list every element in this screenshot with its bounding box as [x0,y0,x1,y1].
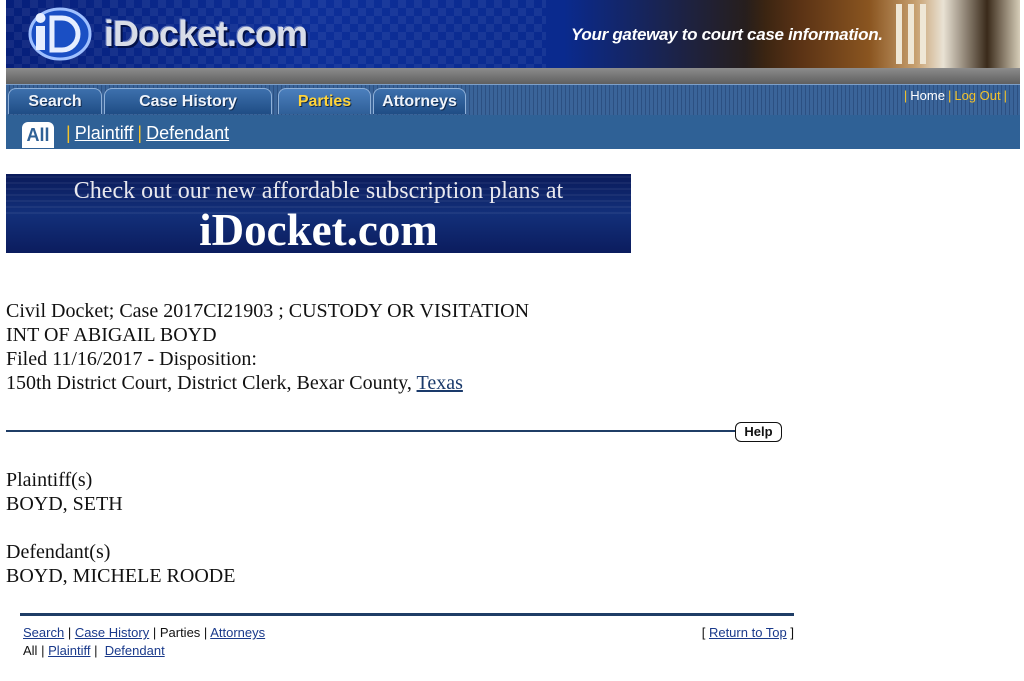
footer-search-link[interactable]: Search [23,625,64,640]
promo-text: Check out our new affordable subscriptio… [73,178,564,204]
top-links: | Home | Log Out | [903,88,1007,103]
case-info: Civil Docket; Case 2017CI21903 ; CUSTODY… [6,299,529,395]
site-logo-text: iDocket.com [104,13,308,54]
case-docket-line: Civil Docket; Case 2017CI21903 ; CUSTODY… [6,300,530,322]
subtab-defendant[interactable]: Defendant [146,123,229,143]
tagline: Your gateway to court case information. [571,25,883,45]
footer-plaintiff-link[interactable]: Plaintiff [48,643,90,658]
case-style: INT OF ABIGAIL BOYD [6,324,217,346]
home-link[interactable]: Home [910,88,945,103]
footer-all-current: All [23,643,38,658]
subtab-links: | Plaintiff | Defendant [66,123,230,143]
tab-attorneys[interactable]: Attorneys [373,88,466,114]
section-divider [6,430,736,432]
footer-attorneys-link[interactable]: Attorneys [210,625,265,640]
subtab-bar: All | Plaintiff | Defendant [6,115,1020,149]
footer-parties-current: Parties [159,625,201,640]
footer-divider [20,613,794,616]
case-court-text: 150th District Court, District Clerk, Be… [6,372,417,394]
promo-brand: iDocket.com [199,205,438,253]
defendants-heading: Defendant(s) [6,541,111,563]
logout-link[interactable]: Log Out [954,88,1000,103]
main-tab-bar: Search Case History Parties Attorneys | H… [6,84,1020,115]
idocket-logo-icon [28,7,92,61]
subtab-all[interactable]: All [22,122,54,148]
tab-parties[interactable]: Parties [278,88,371,114]
footer-case-history-link[interactable]: Case History [75,625,149,640]
plaintiffs-heading: Plaintiff(s) [6,469,93,491]
plaintiff-name: BOYD, SETH [6,493,123,515]
return-to-top: [ Return to Top ] [701,625,794,640]
case-court: 150th District Court, District Clerk, Be… [6,371,529,395]
footer-nav: Search | Case History | Parties | Attorn… [23,624,794,660]
subscription-promo-banner[interactable]: Check out our new affordable subscriptio… [6,174,631,253]
subtab-plaintiff[interactable]: Plaintiff [75,123,134,143]
tab-search[interactable]: Search [8,88,102,114]
tab-case-history[interactable]: Case History [104,88,272,114]
defendants-section: Defendant(s) BOYD, MICHELE ROODE [6,540,235,588]
return-to-top-link[interactable]: Return to Top [709,625,787,640]
tagline-text: gateway to court case information. [612,25,883,44]
footer-defendant-link[interactable]: Defendant [105,643,165,658]
site-header: iDocket.com Your gateway to court case i… [6,0,1020,68]
footer-sub-links: All | Plaintiff | Defendant [23,643,165,658]
footer-main-links: Search | Case History | Parties | Attorn… [23,625,266,640]
parties-list: Plaintiff(s) BOYD, SETH Defendant(s) BOY… [6,468,235,612]
defendant-name: BOYD, MICHELE ROODE [6,565,236,587]
plaintiffs-section: Plaintiff(s) BOYD, SETH [6,468,235,516]
case-filed: Filed 11/16/2017 - Disposition: [6,348,257,370]
help-button[interactable]: Help [735,422,782,442]
state-link[interactable]: Texas [417,372,463,394]
tagline-your: Your [571,25,608,44]
header-divider [6,68,1020,84]
